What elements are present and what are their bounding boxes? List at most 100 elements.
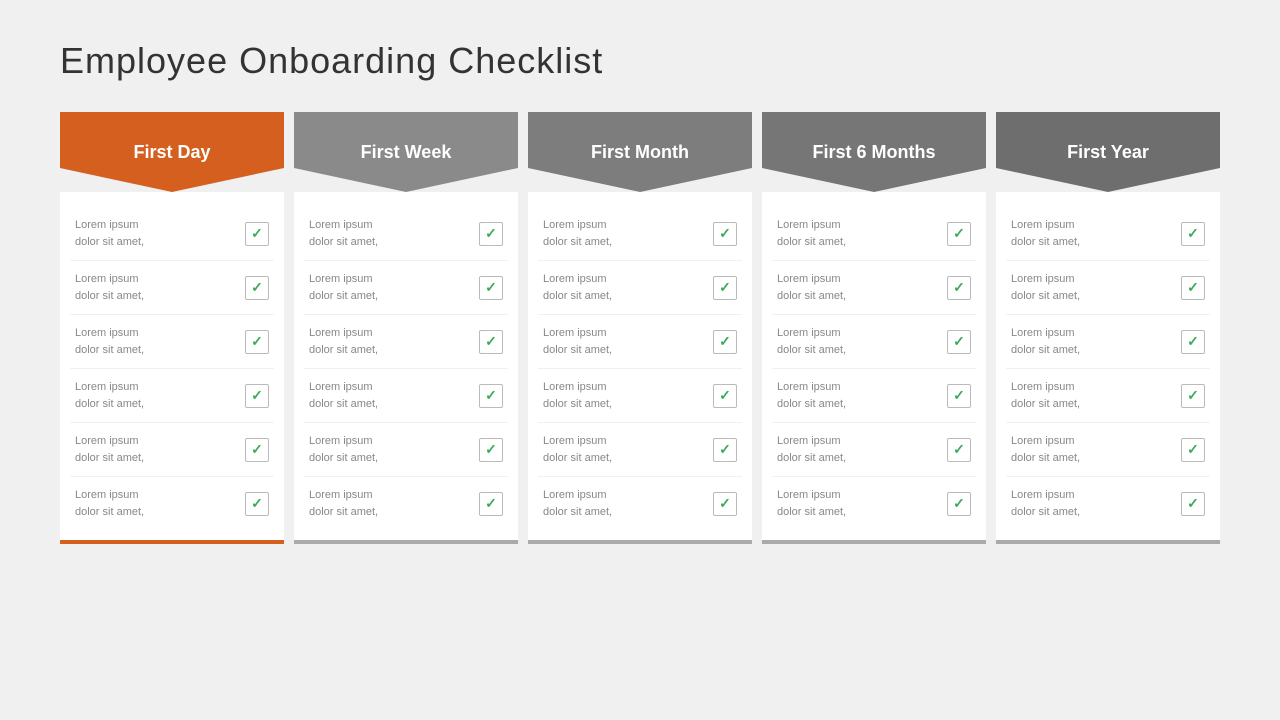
checkbox[interactable]: ✓ <box>713 222 737 246</box>
checkbox[interactable]: ✓ <box>947 276 971 300</box>
list-item: Lorem ipsum dolor sit amet,✓ <box>70 207 274 261</box>
checkbox[interactable]: ✓ <box>245 276 269 300</box>
item-text: Lorem ipsum dolor sit amet, <box>1011 217 1080 250</box>
item-text: Lorem ipsum dolor sit amet, <box>75 487 144 520</box>
item-text: Lorem ipsum dolor sit amet, <box>1011 325 1080 358</box>
list-item: Lorem ipsum dolor sit amet, ✓ <box>70 369 274 423</box>
item-text: Lorem ipsum dolor sit amet, <box>777 271 846 304</box>
checkmark-icon: ✓ <box>1187 495 1199 512</box>
checkbox[interactable]: ✓ <box>1181 492 1205 516</box>
checkbox[interactable]: ✓ <box>479 276 503 300</box>
list-item: Lorem ipsum dolor sit amet, ✓ <box>772 261 976 315</box>
checkbox[interactable]: ✓ <box>713 384 737 408</box>
checkmark-icon: ✓ <box>251 225 263 242</box>
list-item: Lorem ipsum dolor sit amet, ✓ <box>1006 261 1210 315</box>
checkbox[interactable]: ✓ <box>947 222 971 246</box>
list-item: Lorem ipsum dolor sit amet,✓ <box>772 207 976 261</box>
checkmark-icon: ✓ <box>719 225 731 242</box>
item-text: Lorem ipsum dolor sit amet, <box>543 487 612 520</box>
list-item: Lorem ipsum dolor sit amet, ✓ <box>538 315 742 369</box>
list-item: Lorem ipsum dolor sit amet, ✓ <box>304 423 508 477</box>
checkmark-icon: ✓ <box>251 495 263 512</box>
checkmark-icon: ✓ <box>719 279 731 296</box>
checkbox[interactable]: ✓ <box>245 438 269 462</box>
list-item: Lorem ipsum dolor sit amet,✓ <box>304 477 508 530</box>
column-header-first-6-months: First 6 Months <box>762 112 986 192</box>
column-first-year: First YearLorem ipsum dolor sit amet,✓Lo… <box>996 112 1220 544</box>
checkbox[interactable]: ✓ <box>713 438 737 462</box>
list-item: Lorem ipsum dolor sit amet, ✓ <box>304 315 508 369</box>
slide: Employee Onboarding Checklist First DayL… <box>0 0 1280 720</box>
checkmark-icon: ✓ <box>953 279 965 296</box>
item-text: Lorem ipsum dolor sit amet, <box>75 325 144 358</box>
item-text: Lorem ipsum dolor sit amet, <box>309 271 378 304</box>
checkmark-icon: ✓ <box>1187 279 1199 296</box>
item-text: Lorem ipsum dolor sit amet, <box>777 379 846 412</box>
checkmark-icon: ✓ <box>953 225 965 242</box>
checkmark-icon: ✓ <box>953 387 965 404</box>
list-item: Lorem ipsum dolor sit amet, ✓ <box>538 477 742 530</box>
checkbox[interactable]: ✓ <box>1181 438 1205 462</box>
checkmark-icon: ✓ <box>251 279 263 296</box>
list-item: Lorem ipsum dolor sit amet, ✓ <box>1006 315 1210 369</box>
checkbox[interactable]: ✓ <box>245 330 269 354</box>
column-body-first-6-months: Lorem ipsum dolor sit amet, ✓ Lorem ipsum … <box>762 192 986 544</box>
list-item: Lorem ipsum dolor sit amet, ✓ <box>772 369 976 423</box>
checkbox[interactable]: ✓ <box>1181 384 1205 408</box>
checkmark-icon: ✓ <box>485 279 497 296</box>
column-body-first-week: Lorem ipsum dolor sit amet, ✓ Lorem ipsum … <box>294 192 518 544</box>
item-text: Lorem ipsum dolor sit amet, <box>543 271 612 304</box>
checkmark-icon: ✓ <box>953 441 965 458</box>
column-header-first-day: First Day <box>60 112 284 192</box>
checkbox[interactable]: ✓ <box>479 222 503 246</box>
list-item: Lorem ipsum dolor sit amet, ✓ <box>772 423 976 477</box>
checkbox[interactable]: ✓ <box>947 330 971 354</box>
column-body-first-month: Lorem ipsum dolor sit amet,✓Lorem ipsum … <box>528 192 752 544</box>
checkbox[interactable]: ✓ <box>713 330 737 354</box>
item-text: Lorem ipsum dolor sit amet, <box>75 433 144 466</box>
item-text: Lorem ipsum dolor sit amet, <box>543 325 612 358</box>
checkmark-icon: ✓ <box>485 333 497 350</box>
checkbox[interactable]: ✓ <box>947 384 971 408</box>
checkbox[interactable]: ✓ <box>713 492 737 516</box>
list-item: Lorem ipsum dolor sit amet,✓ <box>304 369 508 423</box>
checkbox[interactable]: ✓ <box>479 438 503 462</box>
checkbox[interactable]: ✓ <box>947 438 971 462</box>
checkmark-icon: ✓ <box>485 441 497 458</box>
checkmark-icon: ✓ <box>485 387 497 404</box>
column-header-first-year: First Year <box>996 112 1220 192</box>
checkbox[interactable]: ✓ <box>479 492 503 516</box>
checkmark-icon: ✓ <box>719 387 731 404</box>
checkmark-icon: ✓ <box>719 441 731 458</box>
checkbox[interactable]: ✓ <box>245 492 269 516</box>
checkmark-icon: ✓ <box>719 495 731 512</box>
item-text: Lorem ipsum dolor sit amet, <box>543 217 612 250</box>
checkbox[interactable]: ✓ <box>1181 222 1205 246</box>
checkbox[interactable]: ✓ <box>245 384 269 408</box>
checkbox[interactable]: ✓ <box>245 222 269 246</box>
checkbox[interactable]: ✓ <box>479 384 503 408</box>
item-text: Lorem ipsum dolor sit amet, <box>777 433 846 466</box>
item-text: Lorem ipsum dolor sit amet, <box>1011 271 1080 304</box>
item-text: Lorem ipsum dolor sit amet, <box>309 433 378 466</box>
item-text: Lorem ipsum dolor sit amet, <box>543 379 612 412</box>
checkmark-icon: ✓ <box>251 333 263 350</box>
checkbox[interactable]: ✓ <box>1181 276 1205 300</box>
item-text: Lorem ipsum dolor sit amet, <box>309 325 378 358</box>
list-item: Lorem ipsum dolor sit amet, ✓ <box>70 315 274 369</box>
checkbox[interactable]: ✓ <box>1181 330 1205 354</box>
column-body-first-year: Lorem ipsum dolor sit amet,✓Lorem ipsum … <box>996 192 1220 544</box>
checkmark-icon: ✓ <box>251 441 263 458</box>
list-item: Lorem ipsum dolor sit amet,✓ <box>772 477 976 530</box>
item-text: Lorem ipsum dolor sit amet, <box>1011 379 1080 412</box>
column-first-6-months: First 6 MonthsLorem ipsum dolor sit amet… <box>762 112 986 544</box>
list-item: Lorem ipsum dolor sit amet, ✓ <box>538 261 742 315</box>
checkbox[interactable]: ✓ <box>713 276 737 300</box>
list-item: Lorem ipsum dolor sit amet, ✓ <box>70 477 274 530</box>
checkbox[interactable]: ✓ <box>479 330 503 354</box>
item-text: Lorem ipsum dolor sit amet, <box>1011 487 1080 520</box>
item-text: Lorem ipsum dolor sit amet, <box>1011 433 1080 466</box>
list-item: Lorem ipsum dolor sit amet, ✓ <box>538 369 742 423</box>
item-text: Lorem ipsum dolor sit amet, <box>75 379 144 412</box>
checkbox[interactable]: ✓ <box>947 492 971 516</box>
